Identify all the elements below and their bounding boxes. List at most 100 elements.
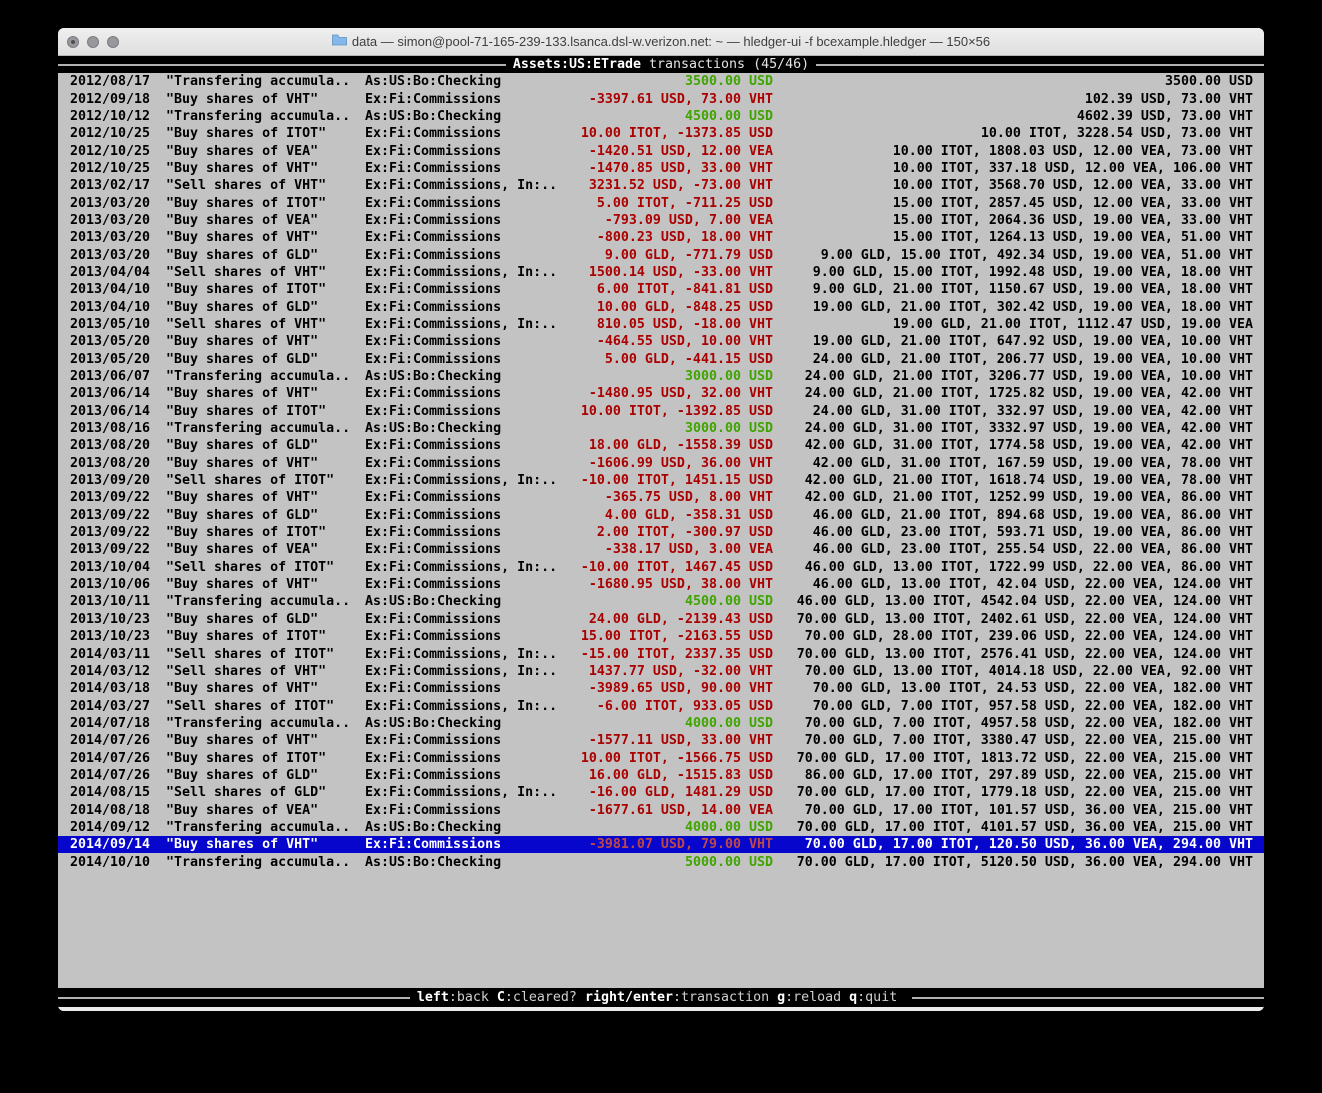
transaction-row[interactable]: 2014/03/12 "Sell shares of VHT" Ex:Fi:Co… bbox=[58, 663, 1264, 680]
transaction-row[interactable]: 2014/09/14 "Buy shares of VHT" Ex:Fi:Com… bbox=[58, 836, 1264, 853]
transaction-balance: 4602.39 USD, 73.00 VHT bbox=[773, 109, 1253, 124]
transaction-row[interactable]: 2013/03/20 "Buy shares of VHT" Ex:Fi:Com… bbox=[58, 229, 1264, 246]
transaction-row[interactable]: 2014/07/18 "Transfering accumula.. As:US… bbox=[58, 715, 1264, 732]
transaction-row[interactable]: 2013/06/14 "Buy shares of VHT" Ex:Fi:Com… bbox=[58, 385, 1264, 402]
transaction-row[interactable]: 2013/09/22 "Buy shares of VHT" Ex:Fi:Com… bbox=[58, 489, 1264, 506]
transaction-row[interactable]: 2012/09/18 "Buy shares of VHT" Ex:Fi:Com… bbox=[58, 90, 1264, 107]
transaction-date: 2013/09/22 bbox=[70, 508, 166, 523]
transaction-description: "Buy shares of GLD" bbox=[166, 248, 365, 263]
transaction-row[interactable]: 2013/04/10 "Buy shares of GLD" Ex:Fi:Com… bbox=[58, 298, 1264, 315]
transaction-amount: -793.09 USD, 7.00 VEA bbox=[565, 213, 773, 228]
transaction-description: "Buy shares of ITOT" bbox=[166, 282, 365, 297]
transaction-description: "Sell shares of ITOT" bbox=[166, 699, 365, 714]
transaction-row[interactable]: 2012/10/25 "Buy shares of VEA" Ex:Fi:Com… bbox=[58, 142, 1264, 159]
transaction-amount: -800.23 USD, 18.00 VHT bbox=[565, 230, 773, 245]
transaction-row[interactable]: 2013/08/20 "Buy shares of GLD" Ex:Fi:Com… bbox=[58, 437, 1264, 454]
key-hint-back: left:back bbox=[417, 990, 489, 1005]
transaction-row[interactable]: 2013/10/06 "Buy shares of VHT" Ex:Fi:Com… bbox=[58, 576, 1264, 593]
transaction-row[interactable]: 2013/09/22 "Buy shares of ITOT" Ex:Fi:Co… bbox=[58, 524, 1264, 541]
transaction-row[interactable]: 2012/10/25 "Buy shares of ITOT" Ex:Fi:Co… bbox=[58, 125, 1264, 142]
transaction-row[interactable]: 2012/08/17 "Transfering accumula.. As:US… bbox=[58, 73, 1264, 90]
transaction-date: 2014/09/12 bbox=[70, 820, 166, 835]
transaction-row[interactable]: 2013/10/23 "Buy shares of ITOT" Ex:Fi:Co… bbox=[58, 628, 1264, 645]
footer-rule-right bbox=[912, 997, 1264, 999]
key-hint-quit: q:quit bbox=[849, 990, 897, 1005]
transaction-balance: 3500.00 USD bbox=[773, 74, 1253, 89]
transaction-balance: 70.00 GLD, 17.00 ITOT, 1813.72 USD, 22.0… bbox=[773, 751, 1253, 766]
transaction-row[interactable]: 2013/09/22 "Buy shares of GLD" Ex:Fi:Com… bbox=[58, 507, 1264, 524]
header-rule-right bbox=[816, 64, 1264, 66]
transaction-description: "Buy shares of ITOT" bbox=[166, 404, 365, 419]
transaction-balance: 24.00 GLD, 21.00 ITOT, 3206.77 USD, 19.0… bbox=[773, 369, 1253, 384]
transaction-row[interactable]: 2014/03/18 "Buy shares of VHT" Ex:Fi:Com… bbox=[58, 680, 1264, 697]
minimize-button[interactable] bbox=[87, 36, 99, 48]
transaction-row[interactable]: 2014/07/26 "Buy shares of GLD" Ex:Fi:Com… bbox=[58, 767, 1264, 784]
transaction-date: 2013/09/22 bbox=[70, 490, 166, 505]
transaction-row[interactable]: 2014/03/11 "Sell shares of ITOT" Ex:Fi:C… bbox=[58, 645, 1264, 662]
transaction-row[interactable]: 2013/09/20 "Sell shares of ITOT" Ex:Fi:C… bbox=[58, 472, 1264, 489]
zoom-button[interactable] bbox=[107, 36, 119, 48]
footer-rule-left bbox=[58, 997, 410, 999]
transaction-row[interactable]: 2013/08/20 "Buy shares of VHT" Ex:Fi:Com… bbox=[58, 455, 1264, 472]
transaction-row[interactable]: 2014/08/18 "Buy shares of VEA" Ex:Fi:Com… bbox=[58, 801, 1264, 818]
window-titlebar[interactable]: data — simon@pool-71-165-239-133.lsanca.… bbox=[58, 28, 1264, 56]
transaction-description: "Transfering accumula.. bbox=[166, 369, 365, 384]
transaction-account: As:US:Bo:Checking bbox=[365, 594, 565, 609]
transaction-description: "Buy shares of VEA" bbox=[166, 144, 365, 159]
transaction-row[interactable]: 2013/05/20 "Buy shares of GLD" Ex:Fi:Com… bbox=[58, 351, 1264, 368]
transaction-balance: 70.00 GLD, 17.00 ITOT, 101.57 USD, 36.00… bbox=[773, 803, 1253, 818]
transaction-account: Ex:Fi:Commissions bbox=[365, 230, 565, 245]
transaction-row[interactable]: 2013/05/20 "Buy shares of VHT" Ex:Fi:Com… bbox=[58, 333, 1264, 350]
transaction-row[interactable]: 2013/10/11 "Transfering accumula.. As:US… bbox=[58, 593, 1264, 610]
transaction-balance: 24.00 GLD, 31.00 ITOT, 3332.97 USD, 19.0… bbox=[773, 421, 1253, 436]
transaction-row[interactable]: 2013/02/17 "Sell shares of VHT" Ex:Fi:Co… bbox=[58, 177, 1264, 194]
transaction-description: "Buy shares of VEA" bbox=[166, 803, 365, 818]
transaction-description: "Buy shares of ITOT" bbox=[166, 196, 365, 211]
transaction-account: Ex:Fi:Commissions bbox=[365, 161, 565, 176]
transaction-balance: 70.00 GLD, 13.00 ITOT, 2402.61 USD, 22.0… bbox=[773, 612, 1253, 627]
transaction-row[interactable]: 2013/06/07 "Transfering accumula.. As:US… bbox=[58, 368, 1264, 385]
transaction-row[interactable]: 2014/03/27 "Sell shares of ITOT" Ex:Fi:C… bbox=[58, 697, 1264, 714]
transaction-description: "Sell shares of ITOT" bbox=[166, 473, 365, 488]
transaction-date: 2012/08/17 bbox=[70, 74, 166, 89]
transaction-row[interactable]: 2013/03/20 "Buy shares of VEA" Ex:Fi:Com… bbox=[58, 212, 1264, 229]
footer-bar: left:back C:cleared? right/enter:transac… bbox=[58, 988, 1264, 1007]
transaction-account: Ex:Fi:Commissions bbox=[365, 456, 565, 471]
transaction-row[interactable]: 2012/10/25 "Buy shares of VHT" Ex:Fi:Com… bbox=[58, 160, 1264, 177]
transaction-account: Ex:Fi:Commissions bbox=[365, 803, 565, 818]
transaction-row[interactable]: 2013/04/04 "Sell shares of VHT" Ex:Fi:Co… bbox=[58, 264, 1264, 281]
transaction-row[interactable]: 2014/10/10 "Transfering accumula.. As:US… bbox=[58, 853, 1264, 870]
transaction-row[interactable]: 2013/09/22 "Buy shares of VEA" Ex:Fi:Com… bbox=[58, 541, 1264, 558]
transaction-account: Ex:Fi:Commissions bbox=[365, 248, 565, 263]
transaction-row[interactable]: 2012/10/12 "Transfering accumula.. As:US… bbox=[58, 108, 1264, 125]
transaction-row[interactable]: 2014/07/26 "Buy shares of VHT" Ex:Fi:Com… bbox=[58, 732, 1264, 749]
transaction-row[interactable]: 2013/03/20 "Buy shares of ITOT" Ex:Fi:Co… bbox=[58, 194, 1264, 211]
transaction-row[interactable]: 2013/06/14 "Buy shares of ITOT" Ex:Fi:Co… bbox=[58, 403, 1264, 420]
transaction-row[interactable]: 2013/05/10 "Sell shares of VHT" Ex:Fi:Co… bbox=[58, 316, 1264, 333]
transaction-date: 2013/04/10 bbox=[70, 300, 166, 315]
transaction-row[interactable]: 2013/04/10 "Buy shares of ITOT" Ex:Fi:Co… bbox=[58, 281, 1264, 298]
transaction-row[interactable]: 2014/08/15 "Sell shares of GLD" Ex:Fi:Co… bbox=[58, 784, 1264, 801]
transaction-row[interactable]: 2013/03/20 "Buy shares of GLD" Ex:Fi:Com… bbox=[58, 246, 1264, 263]
transaction-balance: 42.00 GLD, 31.00 ITOT, 1774.58 USD, 19.0… bbox=[773, 438, 1253, 453]
transaction-date: 2013/05/20 bbox=[70, 334, 166, 349]
transaction-description: "Buy shares of GLD" bbox=[166, 768, 365, 783]
transaction-amount: 9.00 GLD, -771.79 USD bbox=[565, 248, 773, 263]
transaction-date: 2014/08/15 bbox=[70, 785, 166, 800]
transaction-balance: 10.00 ITOT, 337.18 USD, 12.00 VEA, 106.0… bbox=[773, 161, 1253, 176]
transaction-row[interactable]: 2013/08/16 "Transfering accumula.. As:US… bbox=[58, 420, 1264, 437]
transaction-amount: -1420.51 USD, 12.00 VEA bbox=[565, 144, 773, 159]
transaction-balance: 42.00 GLD, 31.00 ITOT, 167.59 USD, 19.00… bbox=[773, 456, 1253, 471]
transaction-row[interactable]: 2013/10/23 "Buy shares of GLD" Ex:Fi:Com… bbox=[58, 611, 1264, 628]
transaction-date: 2013/10/23 bbox=[70, 629, 166, 644]
transaction-balance: 15.00 ITOT, 1264.13 USD, 19.00 VEA, 51.0… bbox=[773, 230, 1253, 245]
transaction-row[interactable]: 2014/09/12 "Transfering accumula.. As:US… bbox=[58, 819, 1264, 836]
transaction-date: 2013/06/14 bbox=[70, 386, 166, 401]
transaction-amount: -10.00 ITOT, 1451.15 USD bbox=[565, 473, 773, 488]
transaction-account: Ex:Fi:Commissions bbox=[365, 542, 565, 557]
transaction-row[interactable]: 2013/10/04 "Sell shares of ITOT" Ex:Fi:C… bbox=[58, 559, 1264, 576]
close-button[interactable] bbox=[67, 36, 79, 48]
transaction-row[interactable]: 2014/07/26 "Buy shares of ITOT" Ex:Fi:Co… bbox=[58, 749, 1264, 766]
transaction-account: Ex:Fi:Commissions bbox=[365, 213, 565, 228]
transaction-balance: 24.00 GLD, 21.00 ITOT, 1725.82 USD, 19.0… bbox=[773, 386, 1253, 401]
